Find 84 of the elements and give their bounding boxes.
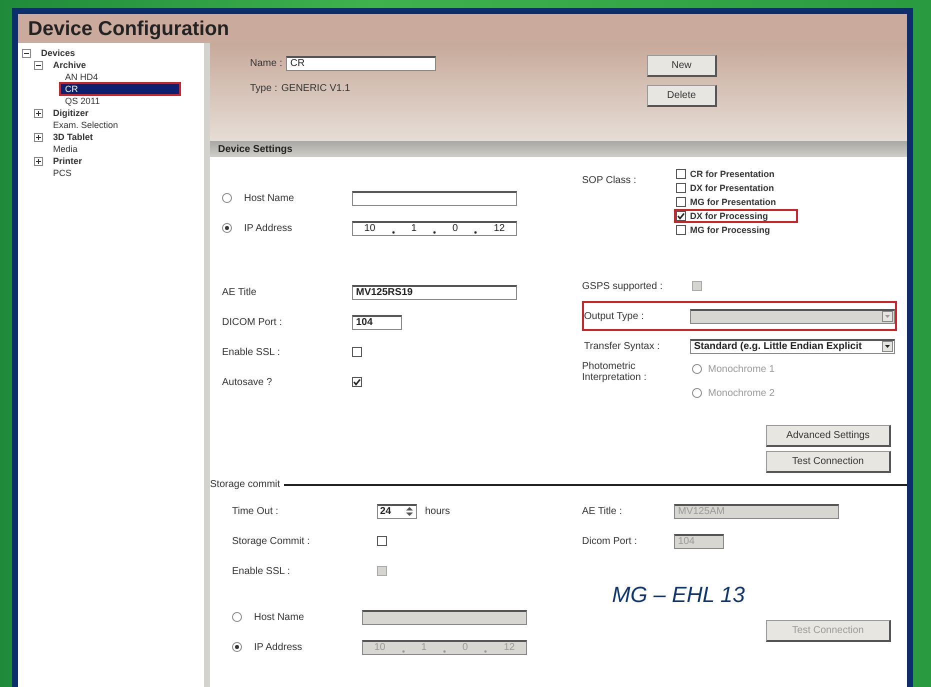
field-label: Time Out : — [232, 506, 278, 516]
ip-address-field[interactable]: 10 1 0 12 — [352, 220, 517, 236]
text-field[interactable]: MV125RS19 — [352, 284, 517, 300]
dot-icon — [392, 231, 395, 234]
field-label: Output Type : — [584, 310, 644, 322]
field-label: IP Address — [244, 222, 292, 234]
settings-button[interactable]: Test Connection — [766, 451, 891, 473]
tree-item[interactable]: PCS — [47, 166, 78, 180]
checkbox-option[interactable]: MG for Processing — [674, 223, 798, 237]
host-name-field[interactable] — [352, 190, 517, 206]
checkbox-option[interactable]: DX for Processing — [674, 209, 798, 223]
option-label: DX for Processing — [690, 211, 768, 221]
text-field[interactable]: 104 — [352, 314, 402, 330]
option-label: MG for Processing — [690, 225, 770, 235]
dot-icon — [402, 650, 405, 653]
radio-button[interactable] — [222, 193, 232, 203]
tree-item[interactable]: Digitizer — [47, 106, 95, 120]
tree-item[interactable]: Exam. Selection — [47, 118, 124, 132]
spinner-arrows-icon[interactable] — [405, 506, 414, 517]
unit-label: hours — [425, 506, 450, 516]
checkbox[interactable] — [676, 197, 686, 207]
radio-button[interactable] — [692, 364, 702, 374]
field-label: IP Address — [254, 642, 302, 652]
tree-item[interactable]: Archive — [47, 58, 92, 72]
expand-icon[interactable] — [34, 156, 43, 166]
radio-label: Monochrome 1 — [708, 364, 775, 374]
spinner-field[interactable]: 24 — [377, 504, 417, 518]
radio-label: Monochrome 2 — [708, 388, 775, 398]
field-label: AE Title : — [582, 506, 622, 516]
field-label: Transfer Syntax : — [584, 340, 660, 352]
checkbox[interactable] — [676, 225, 686, 235]
checkbox[interactable] — [352, 347, 362, 357]
dot-icon — [443, 650, 446, 653]
checkbox[interactable] — [377, 536, 387, 546]
tree-item[interactable]: QS 2011 — [59, 94, 106, 108]
tree-item[interactable]: 3D Tablet — [47, 130, 99, 144]
type-value: GENERIC V1.1 — [281, 82, 350, 94]
field-label: Host Name — [254, 612, 304, 622]
dot-icon — [474, 231, 478, 234]
tree-item[interactable]: AN HD4 — [59, 70, 104, 84]
tree-item[interactable]: CR — [59, 82, 181, 96]
field-label: Host Name — [244, 192, 294, 204]
option-label: MG for Presentation — [690, 197, 776, 207]
collapse-icon[interactable] — [22, 48, 31, 58]
field-label: Dicom Port : — [582, 536, 638, 546]
field-label: Type : — [250, 82, 278, 94]
device-button[interactable]: New — [647, 55, 717, 77]
option-label: CR for Presentation — [690, 169, 775, 179]
expand-icon[interactable] — [34, 132, 43, 142]
checkbox-option[interactable]: MG for Presentation — [674, 195, 798, 209]
field-label: Autosave ? — [222, 376, 272, 388]
tree-item[interactable]: Devices — [35, 46, 82, 60]
settings-button[interactable]: Advanced Settings — [766, 425, 891, 447]
field-label: Storage Commit : — [232, 536, 310, 546]
field-label: GSPS supported : — [582, 280, 663, 292]
checkbox-option[interactable]: DX for Presentation — [674, 181, 798, 195]
device-button[interactable]: Delete — [647, 85, 717, 107]
checkbox[interactable] — [676, 211, 686, 221]
section-title: Storage commit — [210, 479, 280, 490]
window-title: Device Configuration — [28, 18, 230, 41]
section-header: Device Settings — [210, 141, 907, 157]
checkbox[interactable] — [676, 183, 686, 193]
tree-item[interactable]: Media — [47, 142, 84, 156]
checkbox-option[interactable]: CR for Presentation — [674, 167, 798, 181]
field-label: DICOM Port : — [222, 316, 282, 328]
slide-caption: MG – EHL 13 — [612, 582, 746, 608]
name-field[interactable]: CR — [286, 56, 436, 70]
field-label: SOP Class : — [582, 175, 636, 186]
field-label: AE Title — [222, 286, 256, 298]
dot-icon — [484, 650, 488, 653]
field-label: Photometric Interpretation : — [582, 361, 648, 383]
option-label: DX for Presentation — [690, 183, 774, 193]
radio-button[interactable] — [222, 223, 232, 233]
expand-icon[interactable] — [34, 108, 43, 118]
checkbox[interactable] — [676, 169, 686, 179]
field-label: Enable SSL : — [222, 346, 280, 358]
field-label: Name : — [250, 58, 282, 68]
dot-icon — [433, 231, 436, 234]
checkbox[interactable] — [352, 377, 362, 387]
radio-button[interactable] — [692, 388, 702, 398]
collapse-icon[interactable] — [34, 60, 43, 70]
dropdown[interactable]: Standard (e.g. Little Endian Explicit — [690, 338, 895, 354]
field-label: Enable SSL : — [232, 566, 290, 576]
tree-item[interactable]: Printer — [47, 154, 88, 168]
